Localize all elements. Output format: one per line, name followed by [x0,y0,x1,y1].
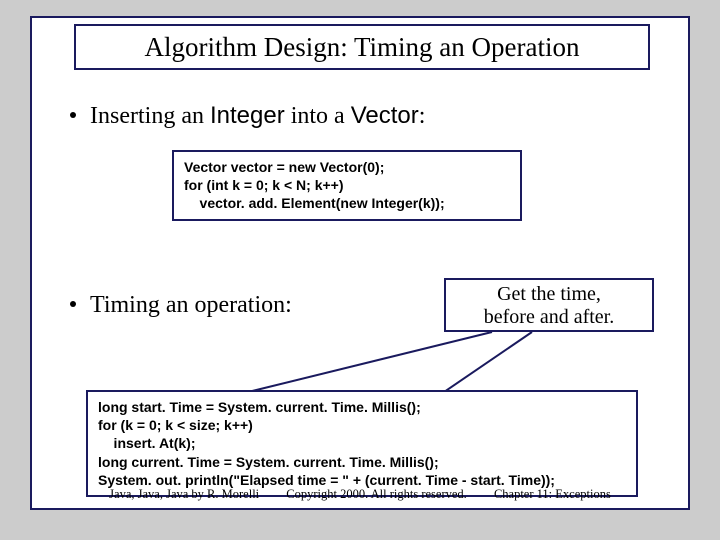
code-block-timing: long start. Time = System. current. Time… [86,390,638,497]
bullet-dot-icon [70,301,76,307]
bullet1-code2: Vector [351,102,419,129]
bullet1-pre: Inserting an [90,103,210,129]
callout-box: Get the time, before and after. [444,278,654,332]
bullet-dot-icon [70,112,76,118]
footer-right: Chapter 11: Exceptions [494,487,611,502]
callout-line1: Get the time, [446,283,652,306]
bullet1-mid: into a [285,103,351,129]
slide-footer: Java, Java, Java by R. Morelli Copyright… [32,487,688,502]
bullet-insert-integer: Inserting an Integer into a Vector: [70,102,425,130]
bullet-timing: Timing an operation: [70,292,292,319]
bullet1-post: : [419,103,426,129]
bullet1-code1: Integer [210,102,285,129]
slide-title: Algorithm Design: Timing an Operation [74,24,650,70]
bullet2-text: Timing an operation: [90,292,292,318]
footer-center: Copyright 2000. All rights reserved. [286,487,467,502]
slide-frame: Algorithm Design: Timing an Operation In… [30,16,690,510]
callout-line2: before and after. [446,306,652,329]
code-block-vector: Vector vector = new Vector(0); for (int … [172,150,522,221]
footer-left: Java, Java, Java by R. Morelli [109,487,259,502]
